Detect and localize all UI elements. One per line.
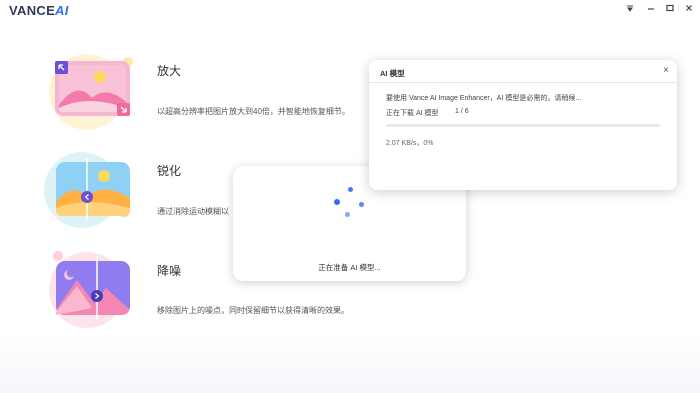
sharpen-icon[interactable]	[42, 150, 142, 230]
ai-model-dialog: AI 模型 × 要使用 Vance AI Image Enhancer，AI 模…	[369, 60, 677, 190]
loading-text: 正在准备 AI 模型...	[318, 263, 381, 272]
close-icon[interactable]	[682, 3, 696, 17]
denoise-desc: 移除图片上的噪点，同时保留细节以获得清晰的效果。	[157, 306, 349, 315]
maximize-icon[interactable]	[663, 3, 677, 17]
dialog-close-icon[interactable]: ×	[663, 65, 669, 76]
download-count: 1 / 6	[455, 108, 469, 115]
dialog-divider	[369, 82, 677, 83]
logo-ai: AI	[55, 3, 69, 18]
sharpen-desc: 通过消除运动模糊以	[157, 207, 229, 216]
menu-down-icon[interactable]	[623, 3, 637, 17]
app-logo: VANCEAI	[9, 3, 69, 18]
denoise-title: 降噪	[157, 264, 182, 278]
download-progress-bar	[386, 124, 660, 127]
dialog-message: 要使用 Vance AI Image Enhancer，AI 模型是必需的，请稍…	[386, 95, 582, 102]
bottom-fade	[0, 330, 700, 393]
upscale-icon[interactable]	[42, 50, 142, 130]
upscale-title: 放大	[157, 64, 182, 78]
minimize-icon[interactable]	[644, 3, 658, 17]
upscale-desc: 以超高分辨率把图片放大到40倍，并智能地恢复细节。	[157, 107, 350, 116]
denoise-icon[interactable]	[42, 248, 142, 328]
logo-main: VANCE	[9, 3, 56, 18]
download-status: 正在下载 AI 模型	[386, 110, 439, 117]
sharpen-title: 锐化	[157, 164, 182, 178]
title-bar: VANCEAI	[0, 0, 700, 20]
dialog-title: AI 模型	[380, 69, 405, 78]
download-speed: 2.07 KB/s，0%	[386, 140, 434, 147]
